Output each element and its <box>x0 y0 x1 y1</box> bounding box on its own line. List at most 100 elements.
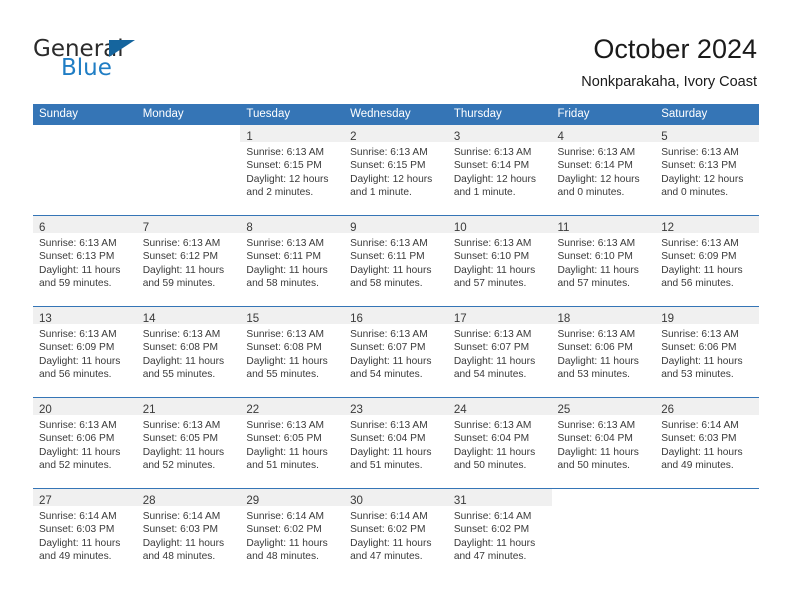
day-cell[interactable]: 26 Sunrise: 6:14 AM Sunset: 6:03 PM Dayligh… <box>655 398 759 488</box>
day-cell[interactable]: 11 Sunrise: 6:13 AM Sunset: 6:10 PM Dayligh… <box>551 216 656 306</box>
calendar-cell <box>33 125 137 216</box>
day-cell[interactable]: 4 Sunrise: 6:13 AM Sunset: 6:14 PM Daylight… <box>551 125 656 215</box>
day-number-band: 4 <box>551 125 656 143</box>
day-cell-empty <box>33 125 137 215</box>
day-detail-line: Sunset: 6:11 PM <box>350 251 425 263</box>
day-number: 15 <box>246 313 260 325</box>
day-detail-line: and 48 minutes. <box>142 551 216 563</box>
day-cell[interactable]: 5 Sunrise: 6:13 AM Sunset: 6:13 PM Daylight… <box>655 125 759 215</box>
day-details: Sunrise: 6:13 AM Sunset: 6:08 PM Daylight:… <box>240 324 344 382</box>
day-cell[interactable]: 13 Sunrise: 6:13 AM Sunset: 6:09 PM Dayligh… <box>33 307 137 397</box>
day-detail-line: Sunrise: 6:13 AM <box>453 420 532 431</box>
day-detail-line: and 0 minutes. <box>661 187 729 199</box>
day-detail-line: Sunrise: 6:13 AM <box>350 147 428 158</box>
weekday-header-saturday: Saturday <box>655 104 759 125</box>
day-detail-line: Sunset: 6:07 PM <box>350 342 426 354</box>
day-cell[interactable]: 19 Sunrise: 6:13 AM Sunset: 6:06 PM Dayligh… <box>655 307 759 397</box>
day-cell[interactable]: 3 Sunrise: 6:13 AM Sunset: 6:14 PM Daylight… <box>447 125 552 215</box>
day-number-band: 29 <box>240 489 345 507</box>
day-number-band: 2 <box>344 125 448 143</box>
day-cell[interactable]: 22 Sunrise: 6:13 AM Sunset: 6:05 PM Dayligh… <box>240 398 345 488</box>
weekday-header-tuesday: Tuesday <box>240 104 345 125</box>
day-details <box>33 142 137 146</box>
day-cell[interactable]: 6 Sunrise: 6:13 AM Sunset: 6:13 PM Daylight… <box>33 216 137 306</box>
day-details: Sunrise: 6:13 AM Sunset: 6:04 PM Daylight:… <box>552 415 656 473</box>
day-cell[interactable]: 31 Sunrise: 6:14 AM Sunset: 6:02 PM Dayligh… <box>447 489 552 579</box>
day-cell-empty <box>137 125 241 215</box>
day-cell[interactable]: 21 Sunrise: 6:13 AM Sunset: 6:05 PM Dayligh… <box>136 398 241 488</box>
day-cell[interactable]: 28 Sunrise: 6:14 AM Sunset: 6:03 PM Dayligh… <box>136 489 241 579</box>
day-detail-line: and 59 minutes. <box>39 278 112 290</box>
day-number-band: 19 <box>655 307 759 325</box>
day-detail-line: and 51 minutes. <box>350 460 423 472</box>
day-detail-line: Sunset: 6:07 PM <box>453 342 530 354</box>
day-detail-line: Sunrise: 6:14 AM <box>142 511 221 522</box>
day-detail-line: Daylight: 11 hours <box>557 355 639 367</box>
day-cell[interactable]: 24 Sunrise: 6:13 AM Sunset: 6:04 PM Dayligh… <box>447 398 552 488</box>
day-number-band: 17 <box>447 307 552 325</box>
day-cell[interactable]: 27 Sunrise: 6:14 AM Sunset: 6:03 PM Dayligh… <box>33 489 137 579</box>
day-detail-line: Daylight: 11 hours <box>246 537 328 549</box>
calendar-cell: 31 Sunrise: 6:14 AM Sunset: 6:02 PM Dayligh… <box>447 488 552 579</box>
day-detail-line: Daylight: 11 hours <box>350 537 432 549</box>
calendar-cell: 6 Sunrise: 6:13 AM Sunset: 6:13 PM Daylight… <box>33 215 137 307</box>
day-cell[interactable]: 7 Sunrise: 6:13 AM Sunset: 6:12 PM Daylight… <box>136 216 241 306</box>
day-detail-line: Sunset: 6:10 PM <box>557 251 633 263</box>
weekday-header-thursday: Thursday <box>447 104 552 125</box>
day-cell[interactable]: 30 Sunrise: 6:14 AM Sunset: 6:02 PM Dayligh… <box>344 489 448 579</box>
day-cell[interactable]: 16 Sunrise: 6:13 AM Sunset: 6:07 PM Dayligh… <box>344 307 448 397</box>
day-detail-line: and 55 minutes. <box>142 369 216 381</box>
day-cell[interactable]: 23 Sunrise: 6:13 AM Sunset: 6:04 PM Dayligh… <box>344 398 448 488</box>
day-detail-line: Daylight: 11 hours <box>142 355 225 367</box>
day-detail-line: Sunrise: 6:14 AM <box>453 511 532 522</box>
day-number-band: 25 <box>551 398 656 416</box>
day-detail-line: Daylight: 11 hours <box>142 264 225 276</box>
day-cell[interactable]: 14 Sunrise: 6:13 AM Sunset: 6:08 PM Dayligh… <box>136 307 241 397</box>
day-details: Sunrise: 6:13 AM Sunset: 6:13 PM Daylight:… <box>655 142 759 200</box>
day-number: 19 <box>661 313 675 325</box>
day-detail-line: Daylight: 11 hours <box>246 264 328 276</box>
day-detail-line: Daylight: 11 hours <box>142 537 225 549</box>
day-detail-line: Sunset: 6:14 PM <box>453 160 530 172</box>
day-cell[interactable]: 8 Sunrise: 6:13 AM Sunset: 6:11 PM Daylight… <box>240 216 345 306</box>
day-cell[interactable]: 1 Sunrise: 6:13 AM Sunset: 6:15 PM Daylight… <box>240 125 345 215</box>
general-blue-logo[interactable]: General Blue <box>33 36 293 86</box>
day-detail-line: and 49 minutes. <box>661 460 734 472</box>
day-detail-line: Sunset: 6:02 PM <box>453 524 530 536</box>
day-cell[interactable]: 20 Sunrise: 6:13 AM Sunset: 6:06 PM Dayligh… <box>33 398 137 488</box>
day-cell[interactable]: 18 Sunrise: 6:13 AM Sunset: 6:06 PM Dayligh… <box>551 307 656 397</box>
day-cell[interactable]: 9 Sunrise: 6:13 AM Sunset: 6:11 PM Daylight… <box>344 216 448 306</box>
day-detail-line: Sunset: 6:04 PM <box>350 433 426 445</box>
day-cell[interactable]: 12 Sunrise: 6:13 AM Sunset: 6:09 PM Dayligh… <box>655 216 759 306</box>
day-detail-line: and 0 minutes. <box>557 187 625 199</box>
weekday-header-wednesday: Wednesday <box>344 104 448 125</box>
day-cell[interactable]: 2 Sunrise: 6:13 AM Sunset: 6:15 PM Daylight… <box>344 125 448 215</box>
day-cell[interactable]: 29 Sunrise: 6:14 AM Sunset: 6:02 PM Dayligh… <box>240 489 345 579</box>
day-cell[interactable]: 17 Sunrise: 6:13 AM Sunset: 6:07 PM Dayligh… <box>447 307 552 397</box>
day-cell[interactable]: 25 Sunrise: 6:13 AM Sunset: 6:04 PM Dayligh… <box>551 398 656 488</box>
calendar-body: 1 Sunrise: 6:13 AM Sunset: 6:15 PM Daylight… <box>33 125 759 579</box>
day-detail-line: and 1 minute. <box>350 187 412 199</box>
day-cell[interactable]: 15 Sunrise: 6:13 AM Sunset: 6:08 PM Dayligh… <box>240 307 345 397</box>
day-detail-line: Daylight: 11 hours <box>246 355 328 367</box>
day-detail-line: Daylight: 11 hours <box>453 264 536 276</box>
day-detail-line: Sunrise: 6:13 AM <box>142 238 221 249</box>
day-detail-line: Sunset: 6:10 PM <box>453 251 530 263</box>
calendar-cell: 30 Sunrise: 6:14 AM Sunset: 6:02 PM Dayligh… <box>344 488 448 579</box>
day-cell-empty <box>655 489 759 579</box>
day-details: Sunrise: 6:13 AM Sunset: 6:07 PM Daylight:… <box>448 324 552 382</box>
day-detail-line: Sunrise: 6:13 AM <box>350 420 428 431</box>
day-number: 3 <box>453 131 461 143</box>
day-detail-line: and 49 minutes. <box>39 551 112 563</box>
day-detail-line: Sunrise: 6:13 AM <box>142 329 221 340</box>
calendar-cell: 23 Sunrise: 6:13 AM Sunset: 6:04 PM Dayligh… <box>344 397 448 489</box>
calendar-cell: 19 Sunrise: 6:13 AM Sunset: 6:06 PM Dayligh… <box>655 306 759 398</box>
day-detail-line: Sunrise: 6:13 AM <box>246 329 324 340</box>
day-detail-line: Daylight: 12 hours <box>661 173 744 185</box>
day-number-band: 12 <box>655 216 759 234</box>
day-cell[interactable]: 10 Sunrise: 6:13 AM Sunset: 6:10 PM Dayligh… <box>447 216 552 306</box>
day-number: 21 <box>142 404 156 416</box>
calendar-cell: 4 Sunrise: 6:13 AM Sunset: 6:14 PM Daylight… <box>551 125 656 216</box>
day-number-band: 22 <box>240 398 345 416</box>
day-detail-line: and 53 minutes. <box>661 369 734 381</box>
